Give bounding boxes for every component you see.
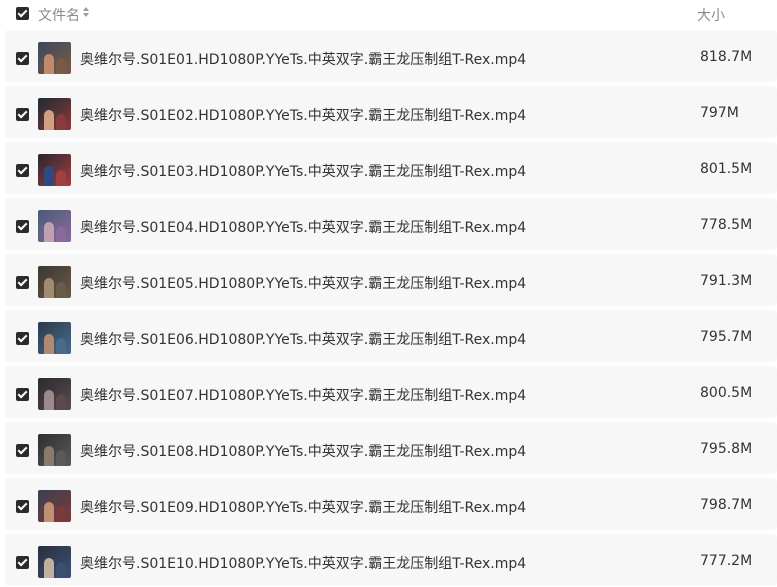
file-size: 818.7M (700, 49, 753, 65)
file-row[interactable]: 奥维尔号.S01E08.HD1080P.YYeTs.中英双字.霸王龙压制组T-R… (5, 422, 777, 474)
file-name[interactable]: 奥维尔号.S01E06.HD1080P.YYeTs.中英双字.霸王龙压制组T-R… (80, 329, 526, 349)
sort-icon[interactable] (83, 7, 91, 19)
file-checkbox[interactable] (16, 276, 29, 289)
file-row[interactable]: 奥维尔号.S01E03.HD1080P.YYeTs.中英双字.霸王龙压制组T-R… (5, 142, 777, 194)
video-thumbnail (38, 434, 71, 466)
file-checkbox[interactable] (16, 108, 29, 121)
file-name[interactable]: 奥维尔号.S01E01.HD1080P.YYeTs.中英双字.霸王龙压制组T-R… (80, 49, 526, 69)
file-name[interactable]: 奥维尔号.S01E02.HD1080P.YYeTs.中英双字.霸王龙压制组T-R… (80, 105, 526, 125)
file-name[interactable]: 奥维尔号.S01E08.HD1080P.YYeTs.中英双字.霸王龙压制组T-R… (80, 441, 526, 461)
video-thumbnail (38, 98, 71, 130)
file-size: 795.7M (700, 329, 753, 345)
file-size: 798.7M (700, 497, 753, 513)
video-thumbnail (38, 490, 71, 522)
video-thumbnail (38, 210, 71, 242)
file-checkbox[interactable] (16, 52, 29, 65)
file-row[interactable]: 奥维尔号.S01E09.HD1080P.YYeTs.中英双字.霸王龙压制组T-R… (5, 478, 777, 530)
file-name[interactable]: 奥维尔号.S01E04.HD1080P.YYeTs.中英双字.霸王龙压制组T-R… (80, 217, 526, 237)
file-checkbox[interactable] (16, 388, 29, 401)
file-name[interactable]: 奥维尔号.S01E07.HD1080P.YYeTs.中英双字.霸王龙压制组T-R… (80, 385, 526, 405)
file-size: 778.5M (700, 217, 753, 233)
video-thumbnail (38, 378, 71, 410)
file-row[interactable]: 奥维尔号.S01E05.HD1080P.YYeTs.中英双字.霸王龙压制组T-R… (5, 254, 777, 306)
file-checkbox[interactable] (16, 220, 29, 233)
file-row[interactable]: 奥维尔号.S01E07.HD1080P.YYeTs.中英双字.霸王龙压制组T-R… (5, 366, 777, 418)
file-name[interactable]: 奥维尔号.S01E05.HD1080P.YYeTs.中英双字.霸王龙压制组T-R… (80, 273, 526, 293)
file-checkbox[interactable] (16, 500, 29, 513)
file-row[interactable]: 奥维尔号.S01E02.HD1080P.YYeTs.中英双字.霸王龙压制组T-R… (5, 86, 777, 138)
video-thumbnail (38, 42, 71, 74)
file-checkbox[interactable] (16, 164, 29, 177)
name-column-header[interactable]: 文件名 (38, 5, 80, 25)
file-size: 777.2M (700, 553, 753, 569)
file-checkbox[interactable] (16, 556, 29, 569)
file-list-header: 文件名 大小 (0, 0, 777, 28)
file-size: 791.3M (700, 273, 753, 289)
file-checkbox[interactable] (16, 444, 29, 457)
video-thumbnail (38, 546, 71, 578)
file-row[interactable]: 奥维尔号.S01E06.HD1080P.YYeTs.中英双字.霸王龙压制组T-R… (5, 310, 777, 362)
file-size: 800.5M (700, 385, 753, 401)
file-size: 795.8M (700, 441, 753, 457)
file-row[interactable]: 奥维尔号.S01E01.HD1080P.YYeTs.中英双字.霸王龙压制组T-R… (5, 30, 777, 82)
video-thumbnail (38, 322, 71, 354)
file-name[interactable]: 奥维尔号.S01E09.HD1080P.YYeTs.中英双字.霸王龙压制组T-R… (80, 497, 526, 517)
file-row[interactable]: 奥维尔号.S01E10.HD1080P.YYeTs.中英双字.霸王龙压制组T-R… (5, 534, 777, 586)
file-size: 797M (700, 105, 739, 121)
file-name[interactable]: 奥维尔号.S01E10.HD1080P.YYeTs.中英双字.霸王龙压制组T-R… (80, 553, 526, 573)
file-row[interactable]: 奥维尔号.S01E04.HD1080P.YYeTs.中英双字.霸王龙压制组T-R… (5, 198, 777, 250)
file-size: 801.5M (700, 161, 753, 177)
file-checkbox[interactable] (16, 332, 29, 345)
select-all-checkbox[interactable] (16, 7, 29, 20)
file-name[interactable]: 奥维尔号.S01E03.HD1080P.YYeTs.中英双字.霸王龙压制组T-R… (80, 161, 526, 181)
video-thumbnail (38, 266, 71, 298)
size-column-header[interactable]: 大小 (697, 5, 725, 25)
video-thumbnail (38, 154, 71, 186)
